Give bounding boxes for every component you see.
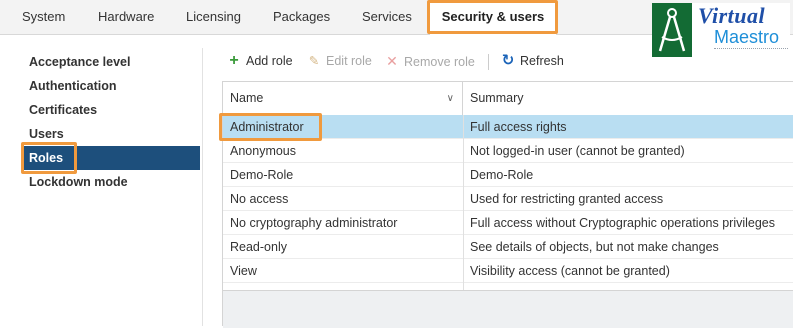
table-row[interactable]: Administrator Full access rights — [223, 115, 793, 139]
row-summary-cell: Not logged-in user (cannot be granted) — [470, 144, 685, 158]
tab-hardware[interactable]: Hardware — [98, 0, 154, 34]
sidebar-item-lockdown-mode[interactable]: Lockdown mode — [22, 170, 200, 194]
row-summary-cell: Visibility access (cannot be granted) — [470, 264, 670, 278]
sidebar-item-acceptance-level[interactable]: Acceptance level — [22, 50, 200, 74]
settings-sidebar: Acceptance level Authentication Certific… — [22, 48, 203, 326]
grid-footer — [223, 290, 793, 328]
table-row[interactable]: Demo-Role Demo-Role — [223, 163, 793, 187]
column-header-summary[interactable]: Summary — [463, 82, 793, 115]
row-summary-cell: Used for restricting granted access — [470, 192, 664, 206]
column-header-name-label: Name — [230, 91, 264, 105]
table-row[interactable]: Anonymous Not logged-in user (cannot be … — [223, 139, 793, 163]
grid-header: Name ∨ Summary — [223, 82, 793, 116]
plus-icon: + — [229, 52, 239, 69]
toolbar-separator — [488, 54, 489, 70]
remove-role-label: Remove role — [404, 55, 475, 69]
refresh-icon: ↻ — [501, 52, 515, 69]
add-role-label: Add role — [246, 54, 293, 68]
refresh-label: Refresh — [520, 54, 564, 68]
edit-role-label: Edit role — [326, 54, 372, 68]
sidebar-item-roles[interactable]: Roles — [22, 146, 200, 170]
sidebar-item-users[interactable]: Users — [22, 122, 200, 146]
row-summary-cell: Full access without Cryptographic operat… — [470, 216, 776, 230]
tab-services[interactable]: Services — [362, 0, 412, 34]
tab-packages[interactable]: Packages — [273, 0, 330, 34]
row-name-cell: Demo-Role — [230, 168, 294, 182]
tab-licensing[interactable]: Licensing — [186, 0, 241, 34]
row-summary-cell: Demo-Role — [470, 168, 534, 182]
remove-role-button[interactable]: ✕ Remove role — [384, 48, 475, 74]
logo-word-maestro: Maestro — [714, 27, 780, 47]
roles-toolbar: + Add role ✎ Edit role ✕ Remove role ↻ Refre… — [222, 48, 793, 74]
row-name-cell: Administrator — [230, 120, 304, 134]
sidebar-item-certificates[interactable]: Certificates — [22, 98, 200, 122]
refresh-button[interactable]: ↻ Refresh — [500, 48, 564, 74]
row-name-cell: No cryptography administrator — [230, 216, 398, 230]
column-divider — [463, 115, 464, 290]
roles-grid: Name ∨ Summary Administrator Full access… — [222, 81, 793, 328]
x-icon: ✕ — [386, 53, 398, 69]
pencil-icon: ✎ — [308, 54, 320, 68]
row-summary-cell: Full access rights — [470, 120, 567, 134]
row-name-cell: Anonymous — [230, 144, 297, 158]
add-role-button[interactable]: + Add role — [226, 48, 293, 74]
row-summary-cell: See details of objects, but not make cha… — [470, 240, 719, 254]
tab-security-users[interactable]: Security & users — [430, 0, 556, 35]
row-name-cell: No access — [230, 192, 289, 206]
tab-system[interactable]: System — [22, 0, 65, 34]
row-name-cell: Read-only — [230, 240, 287, 254]
column-header-name[interactable]: Name ∨ — [223, 82, 463, 115]
table-row[interactable]: No access Used for restricting granted a… — [223, 187, 793, 211]
sidebar-item-authentication[interactable]: Authentication — [22, 74, 200, 98]
table-row[interactable]: No cryptography administrator Full acces… — [223, 211, 793, 235]
row-name-cell: View — [230, 264, 257, 278]
edit-role-button[interactable]: ✎ Edit role — [306, 48, 372, 74]
chevron-down-icon[interactable]: ∨ — [447, 82, 454, 115]
table-row[interactable]: Read-only See details of objects, but no… — [223, 235, 793, 259]
table-row[interactable]: View Visibility access (cannot be grante… — [223, 259, 793, 283]
logo-word-virtual: Virtual — [698, 3, 766, 28]
